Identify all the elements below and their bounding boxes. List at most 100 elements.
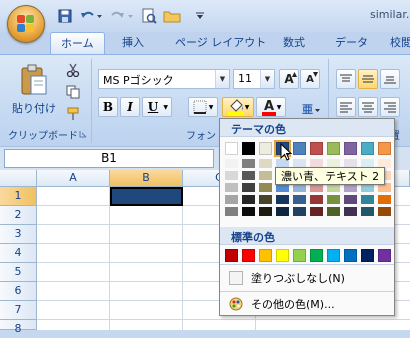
theme-color-swatch[interactable]	[242, 195, 255, 204]
theme-color-swatch[interactable]	[378, 142, 391, 155]
theme-color-swatch[interactable]	[344, 195, 357, 204]
theme-color-swatch[interactable]	[378, 207, 391, 216]
theme-color-swatch[interactable]	[327, 207, 340, 216]
standard-color-swatch[interactable]	[242, 249, 255, 262]
align-bottom-icon[interactable]	[380, 69, 400, 89]
column-header-b[interactable]: B	[110, 170, 183, 187]
theme-color-swatch[interactable]	[259, 171, 272, 180]
column-header-a[interactable]: A	[37, 170, 110, 187]
theme-color-swatch[interactable]	[293, 207, 306, 216]
theme-color-swatch[interactable]	[225, 142, 238, 155]
format-painter-icon[interactable]	[64, 105, 82, 123]
theme-color-swatch[interactable]	[242, 183, 255, 192]
no-fill-option[interactable]: 塗りつぶしなし(N)	[221, 266, 393, 290]
borders-button[interactable]: ▼	[188, 97, 218, 117]
align-left-icon[interactable]	[336, 97, 356, 117]
font-name-combobox[interactable]: MS Pゴシック ▼	[98, 69, 230, 89]
name-box[interactable]: B1	[4, 149, 214, 168]
theme-color-swatch[interactable]	[259, 159, 272, 168]
theme-color-swatch[interactable]	[310, 207, 323, 216]
row-header-2[interactable]: 2	[0, 206, 37, 225]
theme-color-swatch[interactable]	[378, 195, 391, 204]
paste-button[interactable]: 貼り付け	[12, 61, 56, 119]
theme-color-swatch[interactable]	[361, 195, 374, 204]
standard-color-swatch[interactable]	[327, 249, 340, 262]
theme-color-swatch[interactable]	[242, 142, 255, 155]
theme-color-swatch[interactable]	[259, 142, 272, 155]
theme-color-swatch[interactable]	[327, 195, 340, 204]
standard-color-swatch[interactable]	[378, 249, 391, 262]
borders-dropdown-icon[interactable]: ▼	[209, 104, 214, 111]
align-center-icon[interactable]	[358, 97, 378, 117]
row-header-7[interactable]: 7	[0, 301, 37, 320]
theme-color-swatch[interactable]	[327, 142, 340, 155]
row-header-3[interactable]: 3	[0, 225, 37, 244]
theme-color-swatch[interactable]	[344, 207, 357, 216]
standard-color-swatch[interactable]	[310, 249, 323, 262]
align-top-icon[interactable]	[336, 69, 356, 89]
theme-color-swatch[interactable]	[361, 142, 374, 155]
standard-color-swatch[interactable]	[259, 249, 272, 262]
theme-color-swatch[interactable]	[225, 171, 238, 180]
customize-qat-icon[interactable]	[193, 7, 207, 25]
redo-icon[interactable]	[108, 7, 136, 25]
theme-color-swatch[interactable]	[361, 207, 374, 216]
theme-color-swatch[interactable]	[225, 195, 238, 204]
theme-color-swatch[interactable]	[225, 183, 238, 192]
theme-color-swatch[interactable]	[276, 207, 289, 216]
theme-color-swatch[interactable]	[293, 142, 306, 155]
row-header-1[interactable]: 1	[0, 187, 37, 206]
tab-insert[interactable]: 挿入	[122, 32, 144, 54]
theme-color-swatch[interactable]	[276, 195, 289, 204]
theme-color-swatch[interactable]	[259, 207, 272, 216]
theme-color-swatch[interactable]	[293, 195, 306, 204]
theme-color-swatch[interactable]	[242, 207, 255, 216]
standard-color-swatch[interactable]	[344, 249, 357, 262]
bold-button[interactable]: B	[98, 97, 118, 117]
theme-color-swatch[interactable]	[310, 142, 323, 155]
tab-home[interactable]: ホーム	[50, 32, 105, 54]
cut-icon[interactable]	[64, 61, 82, 79]
more-colors-option[interactable]: その他の色(M)...	[221, 292, 393, 316]
theme-color-swatch[interactable]	[225, 207, 238, 216]
standard-color-swatch[interactable]	[276, 249, 289, 262]
row-header-4[interactable]: 4	[0, 244, 37, 263]
align-right-icon[interactable]	[380, 97, 400, 117]
theme-color-swatch[interactable]	[344, 142, 357, 155]
fill-color-dropdown-icon[interactable]: ▼	[245, 104, 250, 111]
undo-icon[interactable]	[78, 7, 104, 25]
clipboard-dialog-launcher-icon[interactable]	[78, 129, 88, 139]
theme-color-swatch[interactable]	[242, 171, 255, 180]
row-header-6[interactable]: 6	[0, 282, 37, 301]
font-name-dropdown-icon[interactable]: ▼	[215, 70, 229, 88]
tab-review[interactable]: 校閲	[390, 32, 410, 54]
open-folder-icon[interactable]	[162, 7, 182, 25]
theme-color-swatch[interactable]	[259, 195, 272, 204]
select-all-corner[interactable]	[0, 170, 37, 187]
office-button[interactable]	[7, 5, 45, 43]
standard-color-swatch[interactable]	[361, 249, 374, 262]
phonetic-guide-icon[interactable]: 亜	[300, 99, 322, 117]
selected-cell-b1[interactable]	[110, 187, 183, 206]
align-middle-icon[interactable]	[358, 69, 378, 89]
grow-font-button[interactable]: A	[279, 69, 299, 89]
standard-color-swatch[interactable]	[293, 249, 306, 262]
row-header-8[interactable]: 8	[0, 320, 37, 335]
shrink-font-button[interactable]: A	[300, 69, 320, 89]
standard-color-swatch[interactable]	[225, 249, 238, 262]
print-preview-icon[interactable]	[140, 7, 158, 25]
row-header-5[interactable]: 5	[0, 263, 37, 282]
tab-page-layout[interactable]: ページ レイアウト	[175, 32, 266, 54]
fill-color-button[interactable]: ▼	[222, 97, 254, 117]
theme-color-swatch[interactable]	[225, 159, 238, 168]
font-color-button[interactable]: A ▼	[256, 97, 286, 117]
theme-color-swatch[interactable]	[310, 195, 323, 204]
theme-color-swatch[interactable]	[242, 159, 255, 168]
theme-color-swatch[interactable]	[259, 183, 272, 192]
font-size-combobox[interactable]: 11 ▼	[233, 69, 275, 89]
font-size-dropdown-icon[interactable]: ▼	[260, 70, 274, 88]
save-icon[interactable]	[56, 7, 74, 25]
underline-dropdown-icon[interactable]: ▼	[163, 104, 168, 111]
copy-icon[interactable]	[64, 83, 82, 101]
underline-button[interactable]: U ▼	[142, 97, 172, 117]
